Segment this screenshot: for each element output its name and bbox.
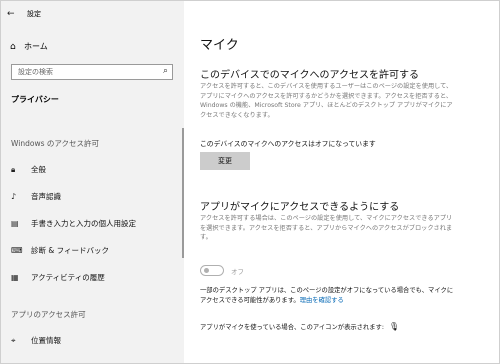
- sidebar-item-speech[interactable]: ♪ 音声認識: [11, 191, 61, 202]
- app-title: 設定: [27, 10, 41, 18]
- location-icon: ⌖: [11, 335, 16, 345]
- title-bar: ← 設定: [7, 9, 41, 19]
- learn-why-link[interactable]: 理由を確認する: [300, 297, 344, 304]
- activity-icon: ▦: [11, 273, 19, 282]
- mic-indicator-line: アプリがマイクを使っている場合、このアイコンが表示されます: 🎙︎: [200, 322, 399, 331]
- sidebar-item-label: 全般: [31, 165, 46, 174]
- page-section-title: プライバシー: [11, 95, 59, 104]
- device-access-description: アクセスを許可すると、このデバイスを使用するユーザーはこのページの設定を使用して…: [200, 83, 453, 119]
- clipboard-icon: ▤: [11, 219, 19, 228]
- app-access-heading: アプリがマイクにアクセスできるようにする: [200, 202, 400, 213]
- back-arrow-icon[interactable]: ←: [7, 9, 19, 19]
- change-button[interactable]: 変更: [200, 152, 250, 170]
- app-access-description: アクセスを許可する場合は、このページの設定を使用して、マイクにアクセスできるアプ…: [200, 215, 453, 242]
- search-box[interactable]: ⌕: [11, 64, 173, 80]
- device-access-status: このデバイスのマイクへのアクセスはオフになっています: [200, 140, 376, 148]
- sidebar-item-activity[interactable]: ▦ アクティビティの履歴: [11, 272, 105, 283]
- sidebar-item-label: 音声認識: [31, 192, 61, 201]
- app-permissions-header: アプリのアクセス許可: [11, 310, 86, 319]
- toggle-knob: [204, 268, 209, 273]
- nav-home[interactable]: ⌂ ホーム: [10, 41, 48, 52]
- home-icon: ⌂: [10, 41, 16, 52]
- sidebar-scrollbar[interactable]: [182, 128, 184, 258]
- sidebar-item-label: 手書き入力と入力の個人用設定: [31, 219, 136, 228]
- sidebar-item-label: 診断 & フィードバック: [31, 246, 109, 255]
- feedback-icon: ⌨: [11, 246, 23, 255]
- sidebar-item-location[interactable]: ⌖ 位置情報: [11, 335, 61, 346]
- search-icon[interactable]: ⌕: [163, 66, 168, 76]
- toggle-state-label: オフ: [231, 268, 244, 276]
- microphone-icon: 🎙︎: [388, 322, 400, 331]
- page-title: マイク: [200, 38, 239, 53]
- sidebar: ← 設定 ⌂ ホーム ⌕ プライバシー Windows のアクセス許可 🔒︎ 全…: [1, 1, 184, 363]
- nav-home-label: ホーム: [24, 42, 48, 51]
- desktop-apps-note: 一部のデスクトップ アプリは、このページの設定がオフになっている場合でも、マイク…: [200, 286, 458, 306]
- app-access-toggle[interactable]: [200, 265, 224, 276]
- sidebar-item-general[interactable]: 🔒︎ 全般: [11, 164, 46, 175]
- device-access-heading: このデバイスでのマイクへのアクセスを許可する: [200, 70, 419, 81]
- sidebar-item-label: 位置情報: [31, 336, 61, 345]
- windows-permissions-header: Windows のアクセス許可: [11, 139, 99, 148]
- mic-indicator-text: アプリがマイクを使っている場合、このアイコンが表示されます:: [200, 324, 384, 331]
- sidebar-item-diagnostics[interactable]: ⌨ 診断 & フィードバック: [11, 245, 109, 256]
- lock-icon: 🔒︎: [11, 164, 16, 174]
- search-input[interactable]: [12, 65, 158, 79]
- speech-icon: ♪: [11, 192, 17, 201]
- sidebar-item-label: アクティビティの履歴: [31, 273, 105, 282]
- sidebar-item-inking[interactable]: ▤ 手書き入力と入力の個人用設定: [11, 218, 136, 229]
